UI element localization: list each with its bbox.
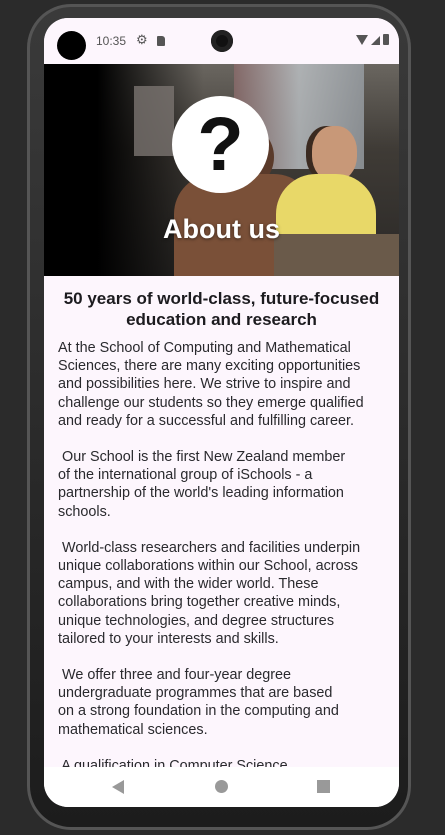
paragraph: A qualification in Computer Science	[58, 757, 288, 767]
home-icon[interactable]	[215, 780, 228, 793]
battery-icon	[383, 34, 389, 45]
back-icon[interactable]	[112, 780, 124, 794]
sd-card-icon	[157, 36, 165, 46]
paragraph: World-class researchers and facilities u…	[58, 539, 361, 647]
hero-banner: ? About us	[44, 64, 399, 276]
wifi-icon	[356, 35, 368, 45]
status-icons	[356, 34, 389, 45]
camera-cutout	[57, 31, 86, 60]
screen: 10:35 ⚙ ? About us 50 years of world-cla…	[44, 18, 399, 807]
cell-signal-icon	[371, 36, 380, 45]
recent-apps-icon[interactable]	[317, 780, 330, 793]
status-bar: 10:35 ⚙	[44, 18, 399, 64]
paragraph: At the School of Computing and Mathemati…	[58, 340, 364, 429]
page-title: About us	[163, 214, 280, 244]
status-time: 10:35	[96, 34, 127, 48]
about-content[interactable]: 50 years of world-class, future-focused …	[44, 276, 399, 767]
question-mark-icon: ?	[172, 96, 269, 193]
front-camera	[211, 30, 233, 52]
paragraph: Our School is the first New Zealand memb…	[58, 449, 346, 520]
paragraph: We offer three and four-year degree unde…	[58, 667, 339, 738]
section-heading: 50 years of world-class, future-focused …	[63, 289, 380, 329]
hero-photo-person	[312, 126, 357, 181]
navigation-bar	[44, 767, 399, 807]
gear-icon: ⚙	[136, 32, 148, 47]
hero-photo-poster	[134, 86, 174, 156]
